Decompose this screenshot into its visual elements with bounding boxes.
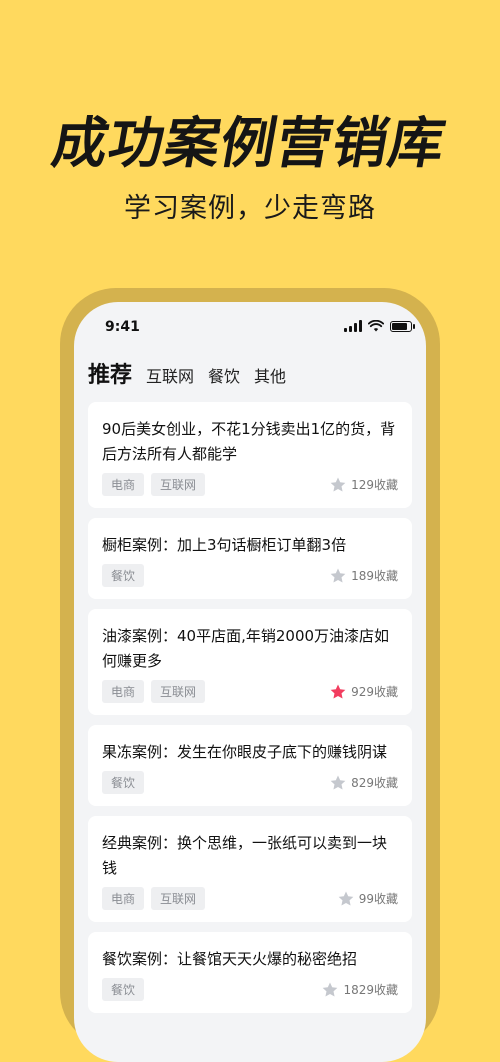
- favorite-count[interactable]: 829收藏: [329, 774, 398, 792]
- case-card[interactable]: 橱柜案例：加上3句话橱柜订单翻3倍 餐饮 189收藏: [88, 518, 412, 599]
- case-title: 90后美女创业，不花1分钱卖出1亿的货，背后方法所有人都能学: [102, 420, 396, 463]
- star-icon[interactable]: [337, 890, 355, 908]
- signal-icon: [344, 320, 362, 332]
- favorite-label: 829收藏: [351, 776, 398, 790]
- tag: 电商: [102, 473, 145, 496]
- favorite-label: 1829收藏: [343, 983, 398, 997]
- case-card[interactable]: 90后美女创业，不花1分钱卖出1亿的货，背后方法所有人都能学 电商 互联网 12…: [88, 402, 412, 508]
- favorite-label: 129收藏: [351, 478, 398, 492]
- tab-internet[interactable]: 互联网: [146, 363, 194, 387]
- tag: 餐饮: [102, 978, 145, 1001]
- favorite-count[interactable]: 129收藏: [329, 476, 398, 494]
- tag-list: 餐饮: [102, 771, 145, 794]
- tag: 互联网: [151, 680, 206, 703]
- wifi-icon: [368, 320, 384, 332]
- case-card[interactable]: 餐饮案例：让餐馆天天火爆的秘密绝招 餐饮 1829收藏: [88, 932, 412, 1013]
- tag: 餐饮: [102, 771, 145, 794]
- tag: 互联网: [151, 473, 206, 496]
- star-icon[interactable]: [321, 981, 339, 999]
- phone-screen: 9:41 推荐 互联网 餐饮 其他 90后美女创业，不花1分钱卖出1亿的货，背后…: [74, 302, 426, 1062]
- case-title: 餐饮案例：让餐馆天天火爆的秘密绝招: [102, 950, 358, 968]
- hero-title: 成功案例营销库: [47, 111, 451, 175]
- tag-list: 电商 互联网: [102, 473, 206, 496]
- favorite-label: 929收藏: [351, 685, 398, 699]
- tag: 互联网: [151, 887, 206, 910]
- case-title: 经典案例：换个思维，一张纸可以卖到一块钱: [102, 834, 388, 877]
- favorite-label: 189收藏: [351, 569, 398, 583]
- case-list: 90后美女创业，不花1分钱卖出1亿的货，背后方法所有人都能学 电商 互联网 12…: [88, 402, 412, 1013]
- tab-other[interactable]: 其他: [254, 363, 286, 387]
- battery-icon: [390, 320, 415, 332]
- tab-food[interactable]: 餐饮: [208, 363, 240, 387]
- status-bar: 9:41: [74, 302, 426, 352]
- category-tabs: 推荐 互联网 餐饮 其他: [88, 357, 286, 389]
- tag: 餐饮: [102, 564, 145, 587]
- case-title: 油漆案例：40平店面,年销2000万油漆店如何赚更多: [102, 627, 390, 670]
- favorite-count[interactable]: 929收藏: [329, 683, 398, 701]
- favorite-count[interactable]: 1829收藏: [321, 981, 398, 999]
- tag-list: 餐饮: [102, 978, 145, 1001]
- favorite-count[interactable]: 189收藏: [329, 567, 398, 585]
- status-time: 9:41: [105, 319, 140, 335]
- favorite-count[interactable]: 99收藏: [337, 890, 398, 908]
- case-card[interactable]: 油漆案例：40平店面,年销2000万油漆店如何赚更多 电商 互联网 929收藏: [88, 609, 412, 715]
- case-card[interactable]: 果冻案例：发生在你眼皮子底下的赚钱阴谋 餐饮 829收藏: [88, 725, 412, 806]
- tag-list: 电商 互联网: [102, 887, 206, 910]
- tag: 电商: [102, 680, 145, 703]
- case-card[interactable]: 经典案例：换个思维，一张纸可以卖到一块钱 电商 互联网 99收藏: [88, 816, 412, 922]
- tag-list: 电商 互联网: [102, 680, 206, 703]
- case-title: 橱柜案例：加上3句话橱柜订单翻3倍: [102, 536, 347, 554]
- tag-list: 餐饮: [102, 564, 145, 587]
- case-title: 果冻案例：发生在你眼皮子底下的赚钱阴谋: [102, 743, 388, 761]
- status-icons: [344, 320, 415, 332]
- tab-recommend[interactable]: 推荐: [88, 357, 132, 389]
- tag: 电商: [102, 887, 145, 910]
- favorite-label: 99收藏: [358, 892, 398, 906]
- star-icon[interactable]: [329, 774, 347, 792]
- star-icon[interactable]: [329, 567, 347, 585]
- star-icon[interactable]: [329, 476, 347, 494]
- hero-subtitle: 学习案例，少走弯路: [124, 193, 376, 224]
- star-icon-active[interactable]: [329, 683, 347, 701]
